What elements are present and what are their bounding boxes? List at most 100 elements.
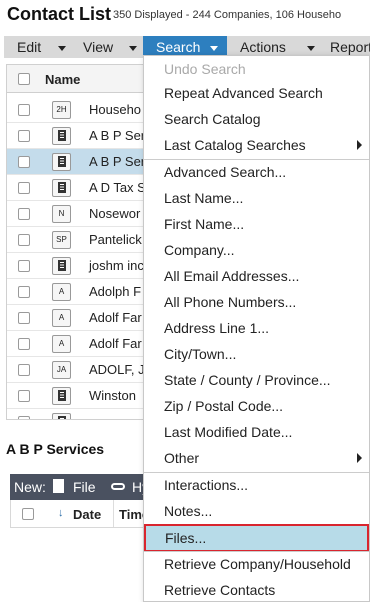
table-row[interactable]: A Adolph F	[7, 279, 145, 305]
table-row[interactable]: A B P Ser	[7, 123, 146, 149]
table-row[interactable]	[7, 409, 145, 419]
title-bar: Contact List 350 Displayed - 244 Compani…	[0, 0, 370, 34]
table-row-selected[interactable]: A B P Ser	[6, 149, 146, 175]
table-row[interactable]: A D Tax S	[7, 175, 146, 201]
menu-item-city-town[interactable]: City/Town...	[144, 341, 369, 367]
building-icon	[52, 153, 71, 171]
menu-item-interactions[interactable]: Interactions...	[144, 472, 369, 498]
initials-badge: A	[52, 335, 71, 353]
row-checkbox[interactable]	[18, 208, 30, 220]
menu-item-search-catalog[interactable]: Search Catalog	[144, 106, 369, 132]
table-row[interactable]: joshm inc	[7, 253, 145, 279]
row-checkbox[interactable]	[18, 338, 30, 350]
menu-item-all-phone-numbers[interactable]: All Phone Numbers...	[144, 289, 369, 315]
menu-edit[interactable]: Edit	[4, 36, 79, 58]
new-file-button[interactable]: File	[73, 479, 96, 495]
chevron-right-icon	[357, 453, 362, 463]
select-all-checkbox[interactable]	[18, 73, 30, 85]
contact-name: Adolf Far	[89, 310, 142, 325]
contact-name: ADOLF, J	[89, 362, 145, 377]
menu-item-repeat-advanced-search[interactable]: Repeat Advanced Search	[144, 80, 369, 106]
chevron-down-icon	[58, 46, 66, 51]
menu-item-address-line-1[interactable]: Address Line 1...	[144, 315, 369, 341]
menu-item-retrieve-contacts[interactable]: Retrieve Contacts	[144, 577, 369, 602]
contact-name: Adolph F	[89, 284, 142, 299]
column-divider	[113, 500, 114, 527]
row-checkbox[interactable]	[18, 130, 30, 142]
row-checkbox[interactable]	[18, 286, 30, 298]
detail-section-title: A B P Services	[6, 441, 105, 457]
initials-badge: JA	[52, 361, 71, 379]
table-row[interactable]: JA ADOLF, J	[7, 357, 145, 383]
column-header-date[interactable]: Date	[73, 507, 101, 522]
building-icon	[52, 127, 71, 145]
row-checkbox[interactable]	[18, 234, 30, 246]
new-file-icon[interactable]	[53, 479, 64, 493]
contact-name: joshm inc	[89, 258, 144, 273]
record-count-summary: 350 Displayed - 244 Companies, 106 House…	[113, 9, 342, 21]
table-row[interactable]: A Adolf Far	[7, 331, 145, 357]
menu-item-notes[interactable]: Notes...	[144, 498, 369, 524]
row-checkbox[interactable]	[18, 156, 30, 168]
chevron-down-icon	[307, 46, 315, 51]
menu-item-all-email-addresses[interactable]: All Email Addresses...	[144, 263, 369, 289]
menu-item-advanced-search[interactable]: Advanced Search...	[144, 159, 369, 185]
chevron-down-icon	[210, 46, 218, 51]
row-checkbox[interactable]	[18, 182, 30, 194]
contact-name: A D Tax S	[89, 180, 146, 195]
grid-header: Name	[7, 65, 145, 93]
select-all-checkbox[interactable]	[22, 508, 34, 520]
menu-item-retrieve-company-household[interactable]: Retrieve Company/Household	[144, 551, 369, 577]
menu-item-other[interactable]: Other	[144, 445, 369, 471]
menu-edit-label: Edit	[17, 39, 42, 55]
menu-item-last-name[interactable]: Last Name...	[144, 185, 369, 211]
contact-name: A B P Ser	[89, 128, 146, 143]
table-row[interactable]: SP Pantelick	[7, 227, 145, 253]
menu-search-label: Search	[156, 39, 201, 55]
menu-item-company[interactable]: Company...	[144, 237, 369, 263]
contact-name: Pantelick	[89, 232, 142, 247]
row-checkbox[interactable]	[18, 416, 30, 419]
table-row[interactable]: 2H Househo	[7, 97, 145, 123]
sort-down-icon: ↓	[58, 507, 64, 519]
table-row[interactable]: A Adolf Far	[7, 305, 145, 331]
contact-name: Winston	[89, 388, 136, 403]
detail-toolbar: New: File Hy	[10, 474, 150, 500]
detail-grid-header: ↓ Date Time	[10, 500, 150, 528]
row-checkbox[interactable]	[18, 260, 30, 272]
table-row[interactable]: Winston	[7, 383, 145, 409]
row-checkbox[interactable]	[18, 104, 30, 116]
initials-badge: N	[52, 205, 71, 223]
menu-item-last-catalog-searches[interactable]: Last Catalog Searches	[144, 132, 369, 158]
initials-badge: SP	[52, 231, 71, 249]
chevron-right-icon	[357, 140, 362, 150]
contact-name: Adolf Far	[89, 336, 142, 351]
current-row-indicator-icon	[6, 157, 7, 167]
menu-item-undo-search: Undo Search	[164, 61, 246, 77]
new-label: New:	[14, 479, 46, 495]
contact-name: Nosewor	[89, 206, 141, 221]
contact-name: A B P Ser	[89, 154, 146, 169]
row-checkbox[interactable]	[18, 390, 30, 402]
initials-badge: A	[52, 283, 71, 301]
column-header-name[interactable]: Name	[45, 72, 80, 87]
menu-item-files[interactable]: Files...	[144, 524, 369, 552]
building-icon	[52, 257, 71, 275]
chevron-down-icon	[129, 46, 137, 51]
menu-item-last-modified-date[interactable]: Last Modified Date...	[144, 419, 369, 445]
search-dropdown-menu: Undo Search Repeat Advanced Search Searc…	[143, 55, 370, 602]
initials-badge: A	[52, 309, 71, 327]
menu-item-zip-postal-code[interactable]: Zip / Postal Code...	[144, 393, 369, 419]
menu-report-label: Report	[330, 39, 370, 55]
menu-view-label: View	[83, 39, 114, 55]
menu-item-first-name[interactable]: First Name...	[144, 211, 369, 237]
table-row[interactable]: N Nosewor	[7, 201, 145, 227]
row-checkbox[interactable]	[18, 312, 30, 324]
menu-actions-label: Actions	[240, 39, 286, 55]
menu-item-state-county-province[interactable]: State / County / Province...	[144, 367, 369, 393]
row-checkbox[interactable]	[18, 364, 30, 376]
building-icon	[52, 179, 71, 197]
building-icon	[52, 413, 71, 419]
menu-view[interactable]: View	[70, 36, 144, 58]
link-icon[interactable]	[111, 483, 125, 490]
